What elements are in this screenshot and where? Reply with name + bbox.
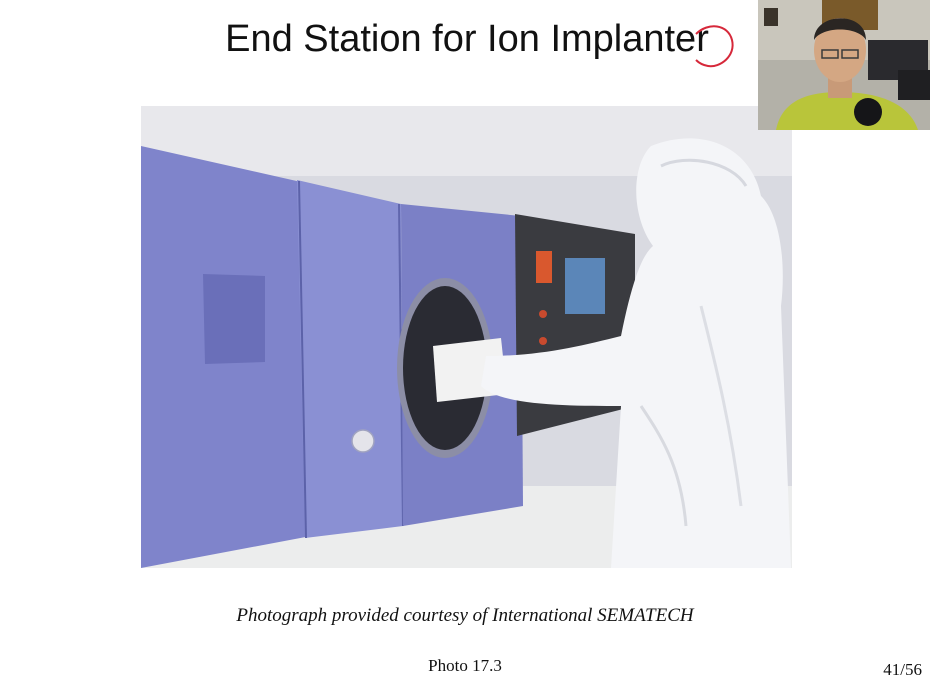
photo-label: Photo 17.3	[428, 656, 502, 675]
page-indicator: 41/56	[883, 660, 922, 679]
photo-caption: Photograph provided courtesy of Internat…	[236, 605, 694, 626]
slide: End Station for Ion Implanter Photograph…	[0, 0, 930, 696]
presenter-webcam-overlay	[758, 0, 930, 130]
end-station-photo	[141, 106, 792, 568]
slide-title-text: End Station for Ion Implanter	[225, 18, 709, 60]
